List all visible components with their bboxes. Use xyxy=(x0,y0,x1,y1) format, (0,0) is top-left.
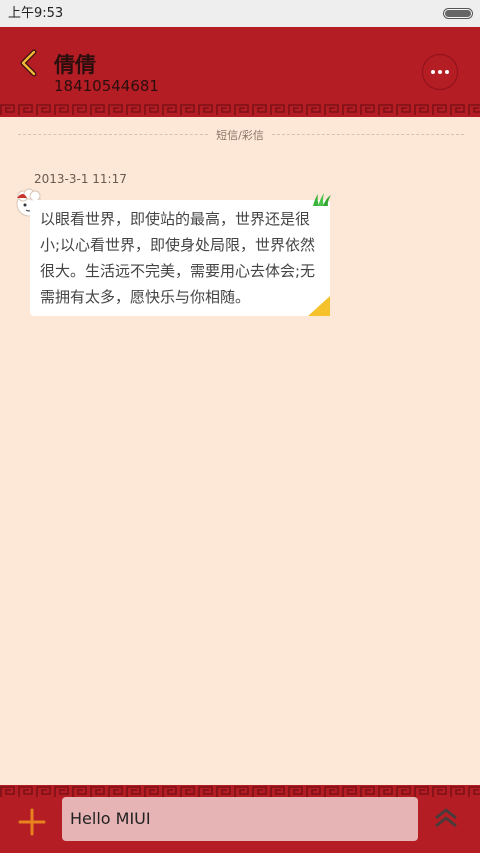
more-options-button[interactable] xyxy=(422,54,458,90)
chevron-up-icon[interactable] xyxy=(432,806,460,830)
message-bubble[interactable]: 以眼看世界，即使站的最高，世界还是很小;以心看世界，即使身处局限，世界依然很大。… xyxy=(30,200,330,316)
message-timestamp: 2013-3-1 11:17 xyxy=(34,172,127,186)
status-time: 上午9:53 xyxy=(8,6,64,21)
message-type-label: 短信/彩信 xyxy=(0,127,480,143)
decorative-border xyxy=(0,103,480,117)
contact-number: 18410544681 xyxy=(54,77,159,95)
plus-icon[interactable] xyxy=(18,808,46,836)
grass-icon xyxy=(313,193,331,206)
bubble-corner-icon xyxy=(308,296,330,316)
message-input-value: Hello MIUI xyxy=(70,809,151,828)
status-bar: 上午9:53 xyxy=(0,0,480,27)
message-text: 以眼看世界，即使站的最高，世界还是很小;以心看世界，即使身处局限，世界依然很大。… xyxy=(40,210,316,306)
message-input[interactable]: Hello MIUI xyxy=(62,797,418,841)
contact-name: 倩倩 xyxy=(54,53,96,77)
more-dots-icon xyxy=(431,70,435,74)
battery-icon xyxy=(443,8,473,19)
back-button[interactable] xyxy=(14,47,46,79)
